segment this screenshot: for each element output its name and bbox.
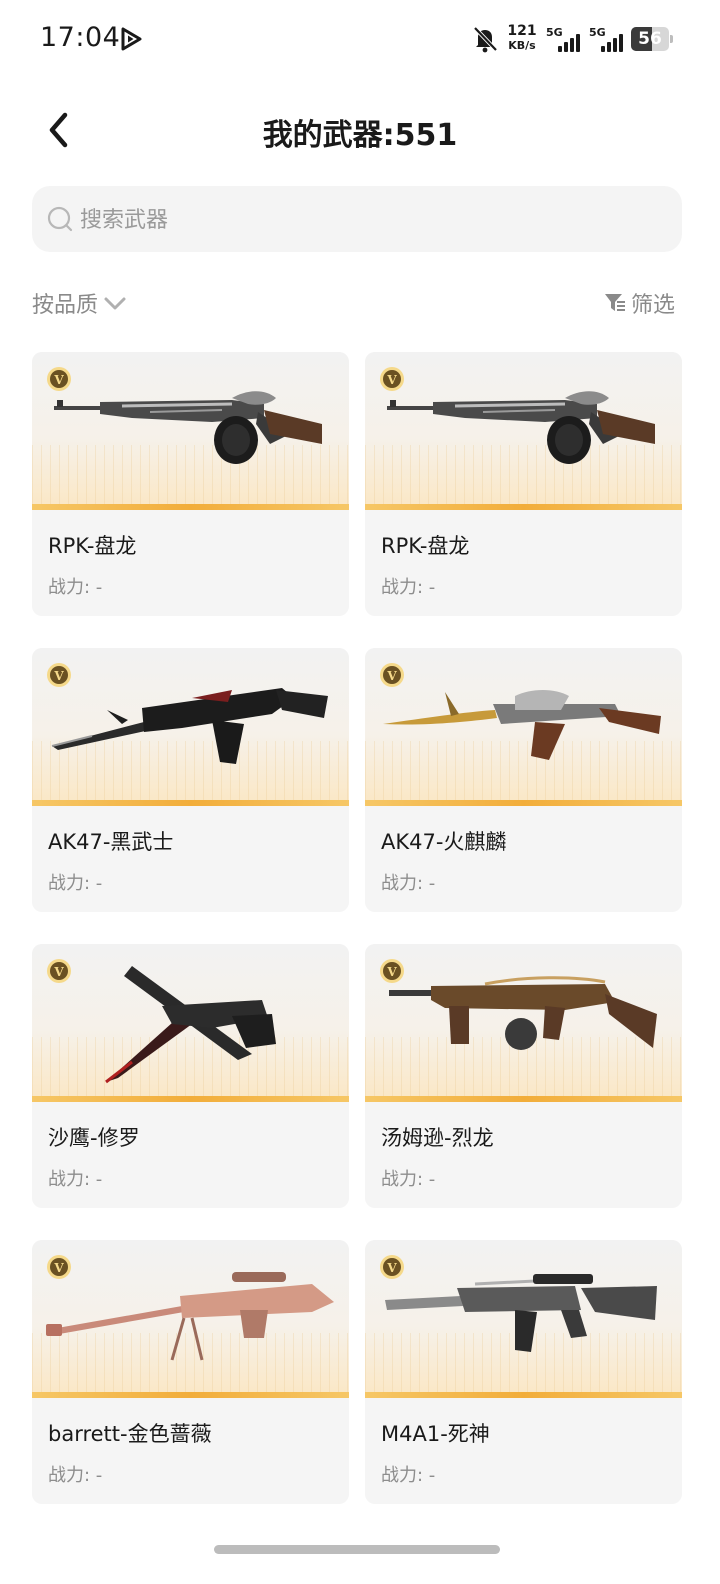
weapon-power: 战力: -: [48, 873, 103, 894]
svg-text:V: V: [53, 669, 64, 683]
weapon-name: barrett-金色蔷薇: [48, 1422, 212, 1446]
svg-text:V: V: [386, 965, 397, 979]
search-input[interactable]: [80, 200, 660, 240]
weapon-image: V: [32, 1240, 349, 1398]
weapon-power: 战力: -: [381, 1169, 436, 1190]
m4a1-reaper-rifle-icon: [385, 1274, 657, 1352]
weapon-card[interactable]: V RPK-盘龙 战力: -: [365, 352, 682, 616]
v-rank-badge-icon: V: [380, 663, 404, 687]
sort-dropdown[interactable]: 按品质: [32, 286, 128, 320]
weapon-image: V: [365, 1240, 682, 1398]
filter-button[interactable]: 筛选: [604, 286, 675, 320]
weapon-card[interactable]: V M4A1-死神 战力: -: [365, 1240, 682, 1504]
chevron-left-icon: [49, 112, 68, 148]
weapon-card[interactable]: V AK47-火麒麟 战力: -: [365, 648, 682, 912]
weapon-image: V: [365, 648, 682, 806]
weapon-power: 战力: -: [48, 577, 103, 598]
svg-text:V: V: [53, 965, 64, 979]
ak47-black-knight-rifle-icon: [51, 688, 328, 764]
thompson-fire-dragon-smg-icon: [389, 976, 657, 1050]
weapon-image: V: [365, 944, 682, 1102]
weapon-power: 战力: -: [381, 577, 436, 598]
sort-label: 按品质: [32, 293, 99, 318]
weapon-power: 战力: -: [48, 1465, 103, 1486]
back-button[interactable]: [34, 106, 82, 154]
rpk-dragon-rifle-icon: [387, 391, 655, 464]
v-rank-badge-icon: V: [380, 1255, 404, 1279]
svg-text:V: V: [53, 1261, 64, 1275]
svg-text:V: V: [386, 669, 397, 683]
play-indicator-icon: [121, 27, 142, 51]
filter-icon: [605, 294, 625, 311]
battery-indicator: 56: [631, 27, 673, 51]
ak47-fire-qilin-rifle-icon: [383, 690, 661, 760]
weapon-card[interactable]: V AK47-黑武士 战力: -: [32, 648, 349, 912]
battery-level: 56: [638, 29, 662, 49]
v-rank-badge-icon: V: [47, 959, 71, 983]
weapon-name: AK47-火麒麟: [381, 830, 507, 854]
weapon-card[interactable]: V RPK-盘龙 战力: -: [32, 352, 349, 616]
v-rank-badge-icon: V: [47, 367, 71, 391]
weapon-card[interactable]: V 沙鹰-修罗 战力: -: [32, 944, 349, 1208]
v-rank-badge-icon: V: [380, 367, 404, 391]
weapon-image: V: [32, 944, 349, 1102]
barrett-golden-rose-sniper-icon: [46, 1272, 334, 1361]
network-speed-value: 121: [507, 23, 537, 39]
weapon-name: RPK-盘龙: [381, 534, 470, 558]
weapon-name: RPK-盘龙: [48, 534, 137, 558]
v-rank-badge-icon: V: [47, 663, 71, 687]
bell-muted-icon: [473, 26, 498, 53]
svg-text:V: V: [53, 373, 64, 387]
v-rank-badge-icon: V: [380, 959, 404, 983]
cellular-signal-1: 5G: [546, 26, 582, 52]
battery-icon: 56: [631, 27, 669, 51]
filter-label: 筛选: [631, 293, 676, 318]
weapon-name: AK47-黑武士: [48, 830, 174, 854]
weapon-name: 汤姆逊-烈龙: [381, 1126, 494, 1150]
network-speed-unit: KB/s: [508, 39, 536, 52]
weapon-image: V: [32, 352, 349, 510]
search-icon: [47, 206, 73, 232]
svg-text:V: V: [386, 1261, 397, 1275]
status-bar: 17:04 121 KB/s 5G 5G 56: [0, 0, 720, 80]
weapon-image: V: [365, 352, 682, 510]
status-time: 17:04: [40, 22, 121, 53]
weapon-power: 战力: -: [48, 1169, 103, 1190]
weapon-image: V: [32, 648, 349, 806]
desert-eagle-asura-pistol-icon: [105, 966, 276, 1084]
weapon-power: 战力: -: [381, 873, 436, 894]
signal-bars-icon: [558, 34, 580, 52]
weapon-card[interactable]: V 汤姆逊-烈龙 战力: -: [365, 944, 682, 1208]
v-rank-badge-icon: V: [47, 1255, 71, 1279]
cellular-signal-2: 5G: [589, 26, 625, 52]
page-title: 我的武器:551: [262, 118, 458, 153]
weapon-grid: V RPK-盘龙 战力: - V RPK-盘龙 战力: - V AK47-黑武士…: [32, 352, 682, 1504]
network-speed: 121 KB/s: [506, 24, 538, 51]
rpk-dragon-rifle-icon: [54, 391, 322, 464]
weapon-name: M4A1-死神: [381, 1422, 490, 1446]
weapon-power: 战力: -: [381, 1465, 436, 1486]
chevron-down-icon: [104, 297, 126, 310]
weapon-name: 沙鹰-修罗: [48, 1126, 140, 1150]
signal-bars-icon: [601, 34, 623, 52]
svg-text:V: V: [386, 373, 397, 387]
weapon-card[interactable]: V barrett-金色蔷薇 战力: -: [32, 1240, 349, 1504]
home-indicator[interactable]: [214, 1545, 500, 1554]
